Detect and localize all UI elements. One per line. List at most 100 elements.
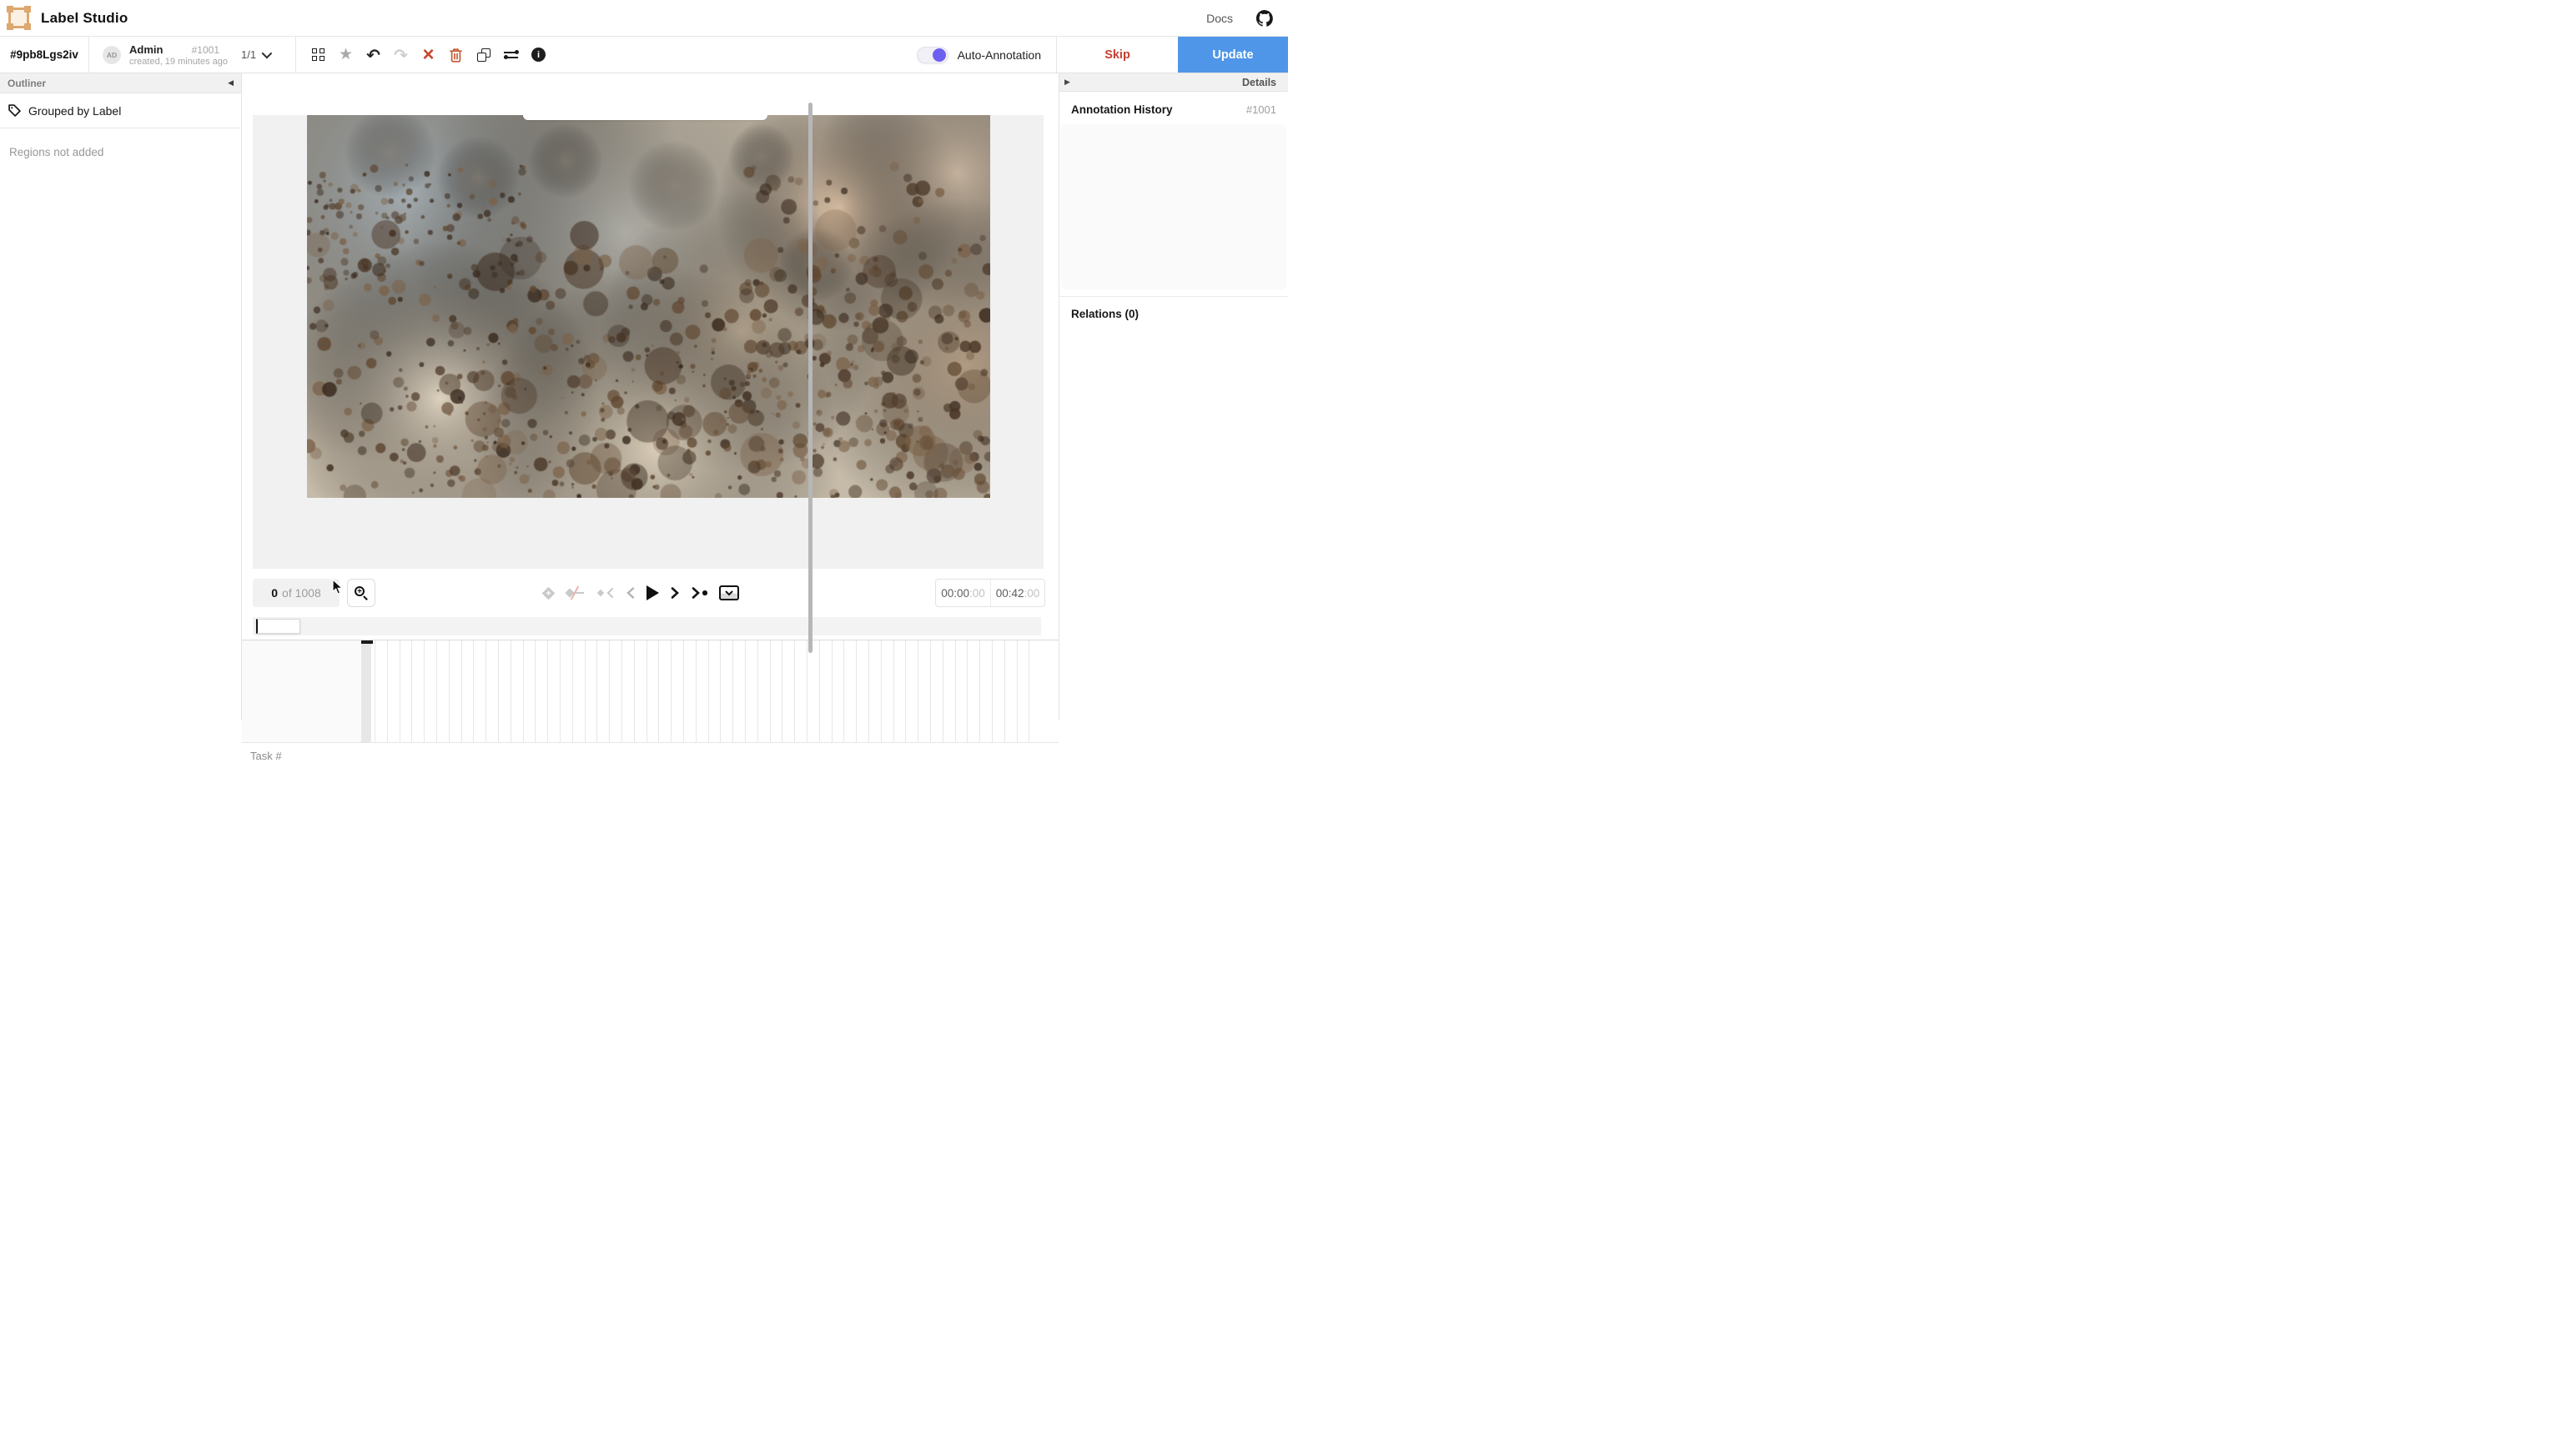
timeline-gridline [436,640,437,742]
settings-button[interactable] [497,40,525,70]
play-button[interactable] [647,580,659,605]
seek-minimap[interactable] [253,617,1041,635]
app-title: Label Studio [41,10,128,27]
timeline-gridline [498,640,499,742]
next-keyframe-button[interactable] [692,580,707,605]
floating-toolbar-remnant [523,115,767,120]
annotation-pager[interactable]: 1/1 [241,48,269,61]
user-name: Admin [129,43,163,56]
main-area: 0 of 1008 + [242,73,1059,720]
frame-counter[interactable]: 0 of 1008 [253,579,340,607]
annotation-history-title: Annotation History [1071,103,1173,116]
timeline-gridline [1017,640,1018,742]
collapse-timeline-icon [719,585,739,600]
playhead-column[interactable] [361,640,371,742]
timeline-gridline [770,640,771,742]
timeline-gridline [807,640,808,742]
settings-icon [504,50,519,60]
star-icon: ★ [339,47,353,63]
duplicate-button[interactable] [470,40,497,70]
video-frame[interactable] [307,115,990,498]
total-frames: of 1008 [282,586,321,600]
timeline-gridline [843,640,844,742]
timeline-gridline [905,640,906,742]
timeline-gridline [658,640,659,742]
timeline-gridline [794,640,795,742]
timeline-gridline [1004,640,1005,742]
timeline-gridline [696,640,697,742]
docs-link[interactable]: Docs [1206,12,1233,25]
keyframe-add-button[interactable] [544,580,553,605]
collapse-left-icon[interactable]: ◀ [228,79,234,87]
playback-controls [544,569,739,617]
reset-button[interactable]: × [415,40,442,70]
keyframe-add-icon [542,586,556,600]
delete-annotation-button[interactable] [442,40,470,70]
playhead-handle[interactable] [361,640,373,644]
timeline-gridline [449,640,450,742]
annotation-history-row: Annotation History #1001 [1059,92,1288,121]
keyframe-toggle-button[interactable] [565,580,586,605]
annotation-selector[interactable]: AD Admin #1001 created, 19 minutes ago 1… [89,37,296,73]
reject-icon: × [422,45,434,65]
timeline-gridline [720,640,721,742]
timeline-grid[interactable] [361,640,1041,742]
annotation-history-empty [1061,124,1286,289]
keyframe-toggle-icon [565,585,586,601]
timeline-gridline [596,640,597,742]
undo-button[interactable]: ↶ [360,40,387,70]
prev-frame-button[interactable] [626,580,635,605]
current-time: 00:00:00 [936,580,990,606]
outliner-panel: Outliner ◀ Grouped by Label Regions not … [0,73,242,720]
duplicate-icon [477,48,491,62]
update-button[interactable]: Update [1178,37,1288,73]
timeline-gridline [856,640,857,742]
vertical-scrollbar[interactable] [808,103,813,653]
skip-button[interactable]: Skip [1056,37,1178,73]
github-icon[interactable] [1255,8,1275,28]
prev-keyframe-icon [598,587,614,599]
video-panel [253,115,1044,569]
timeline-gridline [757,640,758,742]
current-frame: 0 [271,586,278,600]
next-frame-button[interactable] [671,580,680,605]
task-id[interactable]: #9pb8Lgs2iv [0,37,89,73]
collapse-timeline-button[interactable] [719,580,739,605]
timeline-gridline [992,640,993,742]
avatar: AD [103,46,121,64]
annotation-created: created, 19 minutes ago [129,57,219,67]
next-keyframe-icon [692,586,707,600]
collapse-right-icon[interactable]: ▶ [1064,78,1070,86]
details-panel: ▶ Details Annotation History #1001 Relat… [1059,73,1288,720]
timeline-gridline [930,640,931,742]
delete-icon [448,47,464,63]
prev-frame-icon [626,586,635,600]
ground-truth-button[interactable]: ★ [332,40,360,70]
undo-icon: ↶ [366,47,380,63]
timeline-gridline [387,640,388,742]
timeline-gridline [547,640,548,742]
timeline-region-list [242,640,361,742]
info-button[interactable]: i [525,40,552,70]
auto-annotation-toggle[interactable] [917,47,948,63]
timeline-gridline [819,640,820,742]
timeline-gridline [881,640,882,742]
timeline-gridline [634,640,635,742]
prev-keyframe-button[interactable] [598,580,614,605]
group-by-label-selector[interactable]: Grouped by Label [0,93,241,128]
zoom-button[interactable]: + [347,579,375,607]
timeline-gridline [732,640,733,742]
timeline-gridline [535,640,536,742]
timeline-gridline [967,640,968,742]
timeline-gridline [868,640,869,742]
outliner-title: Outliner [8,78,228,89]
redo-button[interactable]: ↷ [387,40,415,70]
timeline-gridline [461,640,462,742]
timeline-gridline [609,640,610,742]
annotation-history-id: #1001 [1246,103,1276,116]
grid-view-button[interactable] [304,40,332,70]
seek-window[interactable] [256,619,300,634]
details-title: Details [1070,77,1276,88]
regions-empty-message: Regions not added [0,128,241,158]
timeline-gridline [979,640,980,742]
